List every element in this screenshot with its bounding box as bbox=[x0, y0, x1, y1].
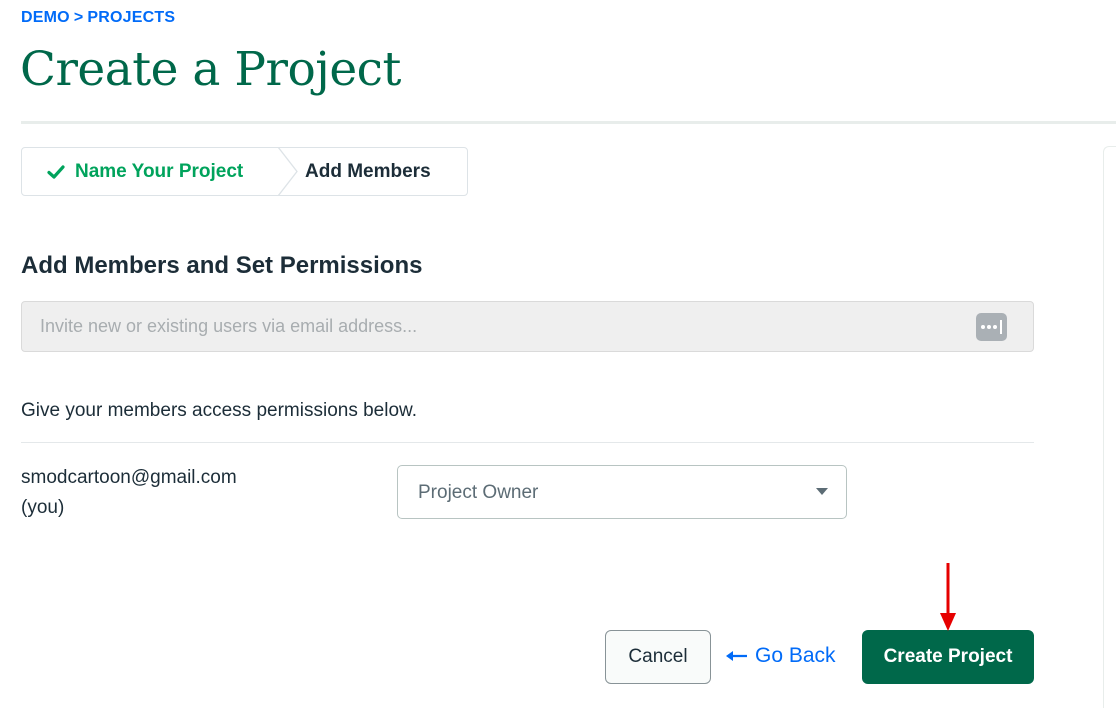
member-email: smodcartoon@gmail.com bbox=[21, 467, 237, 488]
breadcrumb-org-link[interactable]: DEMO bbox=[21, 9, 70, 26]
page-title: Create a Project bbox=[20, 42, 401, 97]
step-label: Add Members bbox=[305, 160, 431, 182]
go-back-link[interactable]: Go Back bbox=[726, 644, 836, 668]
invite-email-input[interactable] bbox=[22, 302, 962, 351]
permissions-description: Give your members access permissions bel… bbox=[21, 400, 417, 421]
go-back-label: Go Back bbox=[755, 644, 836, 667]
breadcrumb-projects-link[interactable]: PROJECTS bbox=[87, 9, 175, 26]
right-side-panel bbox=[1103, 146, 1116, 708]
breadcrumb-separator: > bbox=[73, 9, 84, 26]
cancel-button[interactable]: Cancel bbox=[605, 630, 711, 684]
section-title: Add Members and Set Permissions bbox=[21, 252, 423, 279]
chevron-down-icon bbox=[816, 488, 828, 495]
step-label: Name Your Project bbox=[75, 160, 244, 182]
annotation-arrow-icon bbox=[940, 563, 956, 631]
wizard-stepper: Name Your Project Add Members bbox=[21, 147, 468, 196]
permissions-divider bbox=[21, 442, 1034, 443]
step-add-members[interactable]: Add Members bbox=[277, 148, 431, 195]
create-project-button[interactable]: Create Project bbox=[862, 630, 1034, 684]
breadcrumb: DEMO > PROJECTS bbox=[21, 9, 175, 27]
role-select-value: Project Owner bbox=[418, 482, 539, 503]
check-icon bbox=[47, 164, 65, 179]
member-row: smodcartoon@gmail.com (you) bbox=[21, 463, 237, 523]
password-manager-icon[interactable] bbox=[976, 313, 1007, 341]
invite-field-container bbox=[21, 301, 1034, 352]
member-role-select[interactable]: Project Owner bbox=[397, 465, 847, 519]
header-divider bbox=[21, 121, 1116, 124]
step-name-your-project[interactable]: Name Your Project bbox=[22, 148, 277, 195]
arrow-left-icon bbox=[726, 651, 747, 661]
member-you-note: (you) bbox=[21, 497, 65, 518]
